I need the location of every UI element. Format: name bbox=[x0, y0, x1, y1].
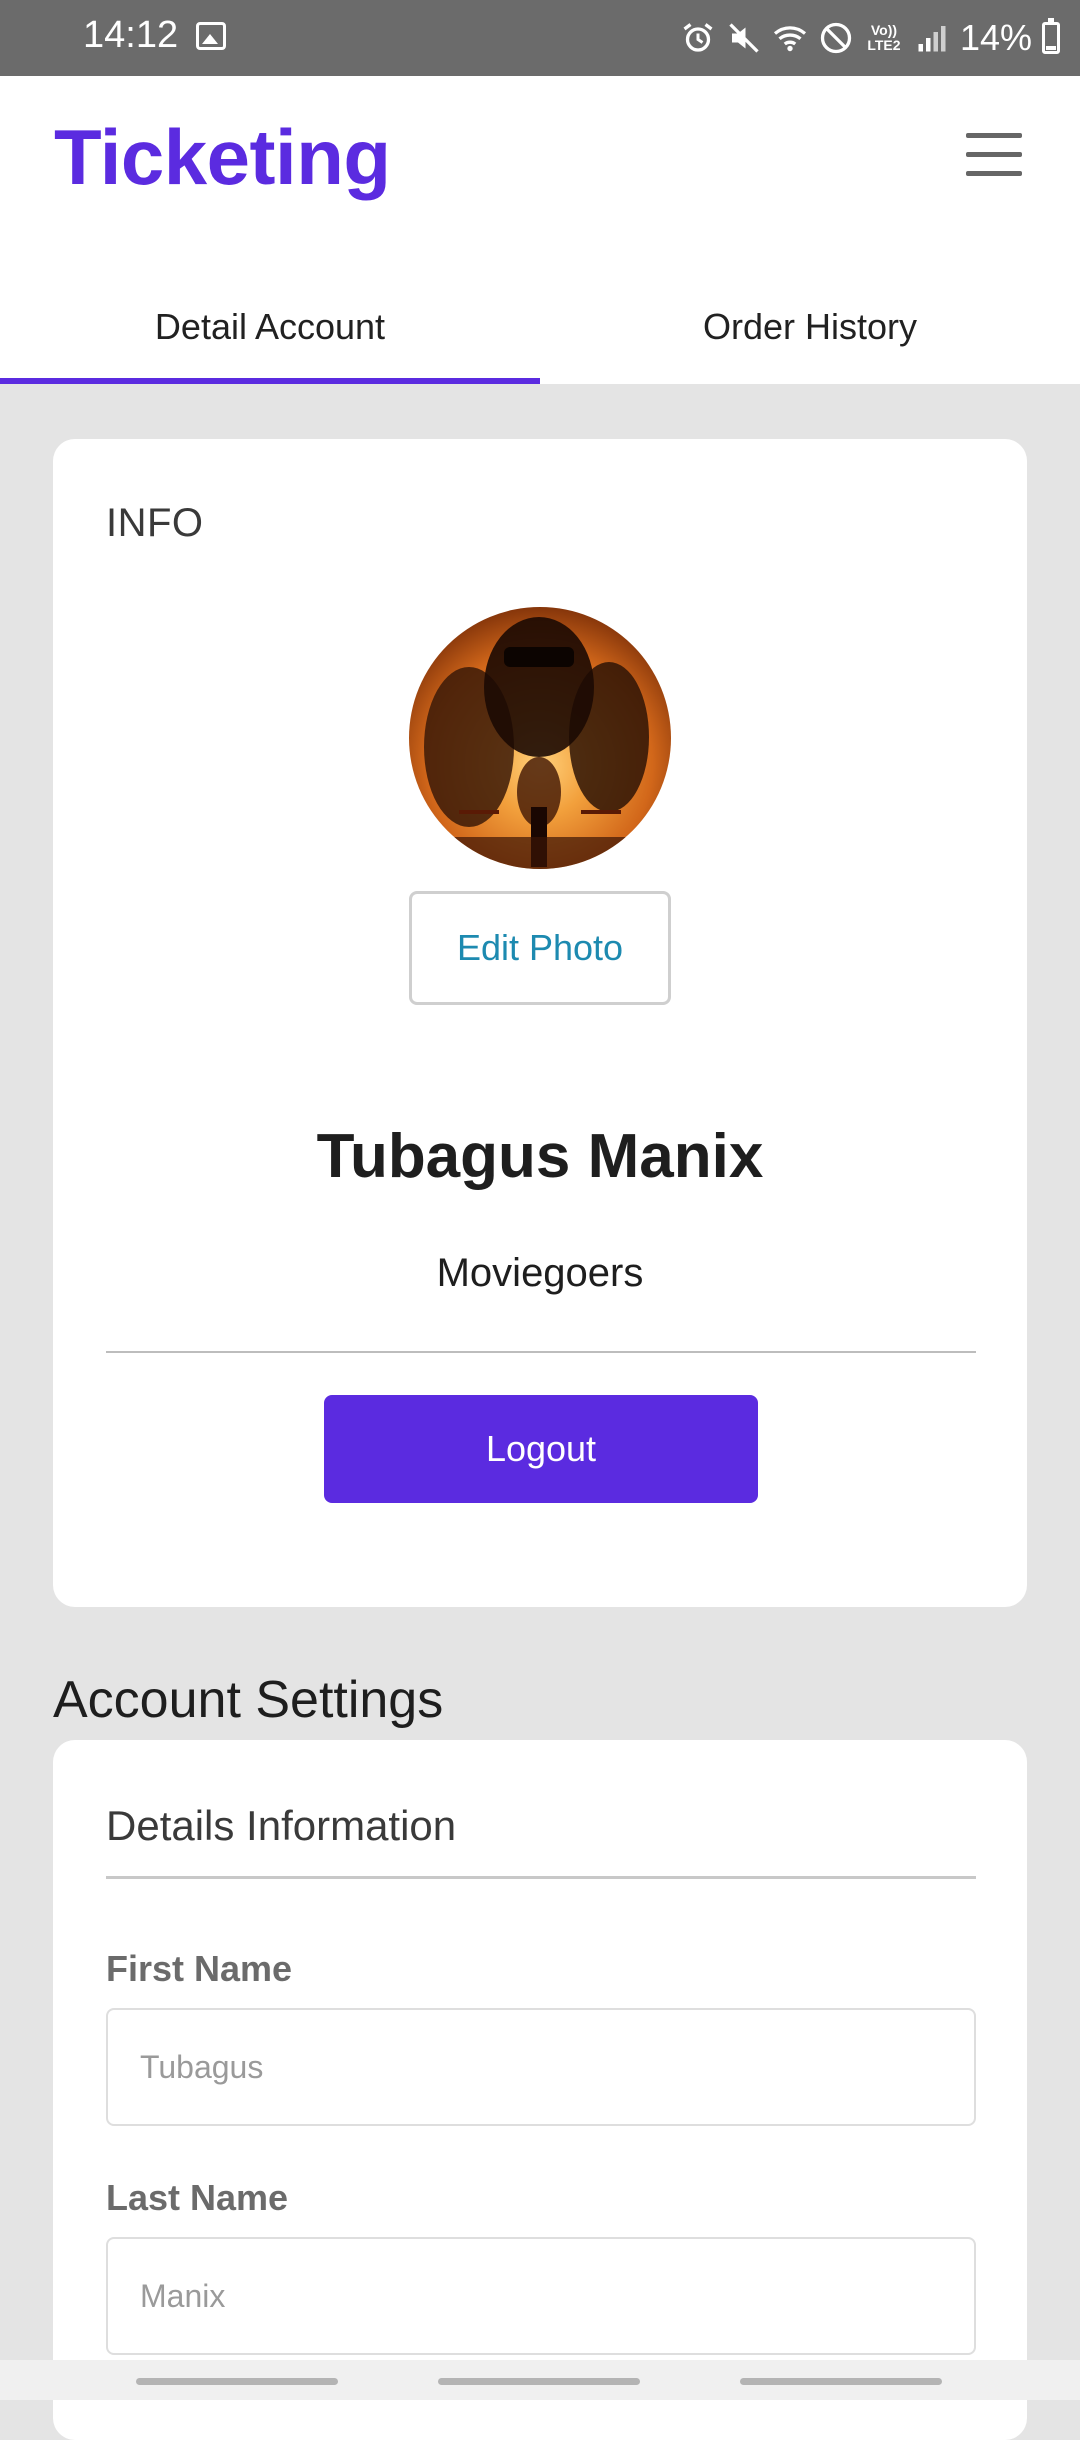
tab-label: Detail Account bbox=[154, 306, 386, 347]
tab-bar: Detail Account Order History bbox=[0, 270, 1080, 384]
info-title: INFO bbox=[106, 501, 204, 545]
divider bbox=[106, 1351, 976, 1353]
account-settings-heading: Account Settings bbox=[53, 1671, 444, 1729]
tab-detail-account[interactable]: Detail Account bbox=[0, 270, 540, 384]
edit-photo-button[interactable]: Edit Photo bbox=[409, 891, 671, 1005]
logout-button[interactable]: Logout bbox=[324, 1395, 758, 1503]
account-settings-card: Details Information First Name Last Name bbox=[53, 1740, 1027, 2440]
avatar-image bbox=[409, 617, 671, 869]
app-brand: Ticketing bbox=[54, 113, 391, 201]
signal-icon bbox=[918, 26, 946, 52]
last-name-label: Last Name bbox=[106, 2177, 289, 2218]
details-information-title: Details Information bbox=[106, 1802, 457, 1849]
hamburger-menu-icon[interactable] bbox=[966, 133, 1022, 177]
nav-back[interactable] bbox=[740, 2378, 942, 2385]
divider bbox=[106, 1876, 976, 1879]
user-role: Moviegoers bbox=[436, 1251, 644, 1295]
info-card: INFO Edit Photo Tubagus Manix Moviegoers… bbox=[53, 439, 1027, 1607]
block-icon bbox=[820, 22, 852, 54]
app-header: Ticketing Detail Account Order History bbox=[0, 76, 1080, 384]
status-bar: 14:12 Vo)) LTE2 14% bbox=[0, 0, 1080, 76]
tab-order-history[interactable]: Order History bbox=[540, 270, 1080, 384]
gallery-icon bbox=[196, 22, 226, 50]
volte-indicator: Vo)) LTE2 bbox=[867, 22, 901, 53]
battery-percent: 14% bbox=[959, 17, 1032, 58]
user-name: Tubagus Manix bbox=[316, 1122, 764, 1191]
battery-icon bbox=[1042, 18, 1060, 54]
system-nav-bar bbox=[0, 2360, 1080, 2400]
last-name-field[interactable] bbox=[106, 2237, 976, 2355]
mute-icon bbox=[729, 23, 759, 53]
status-icons: Vo)) LTE2 14% bbox=[680, 12, 1060, 64]
wifi-icon bbox=[773, 26, 806, 52]
first-name-field[interactable] bbox=[106, 2008, 976, 2126]
tab-label: Order History bbox=[702, 306, 918, 347]
first-name-label: First Name bbox=[106, 1948, 293, 1989]
avatar bbox=[409, 607, 671, 869]
nav-recent-apps[interactable] bbox=[136, 2378, 338, 2385]
alarm-icon bbox=[683, 23, 713, 52]
active-tab-indicator bbox=[0, 378, 540, 384]
status-time: 14:12 bbox=[83, 14, 179, 56]
nav-home[interactable] bbox=[438, 2378, 640, 2385]
